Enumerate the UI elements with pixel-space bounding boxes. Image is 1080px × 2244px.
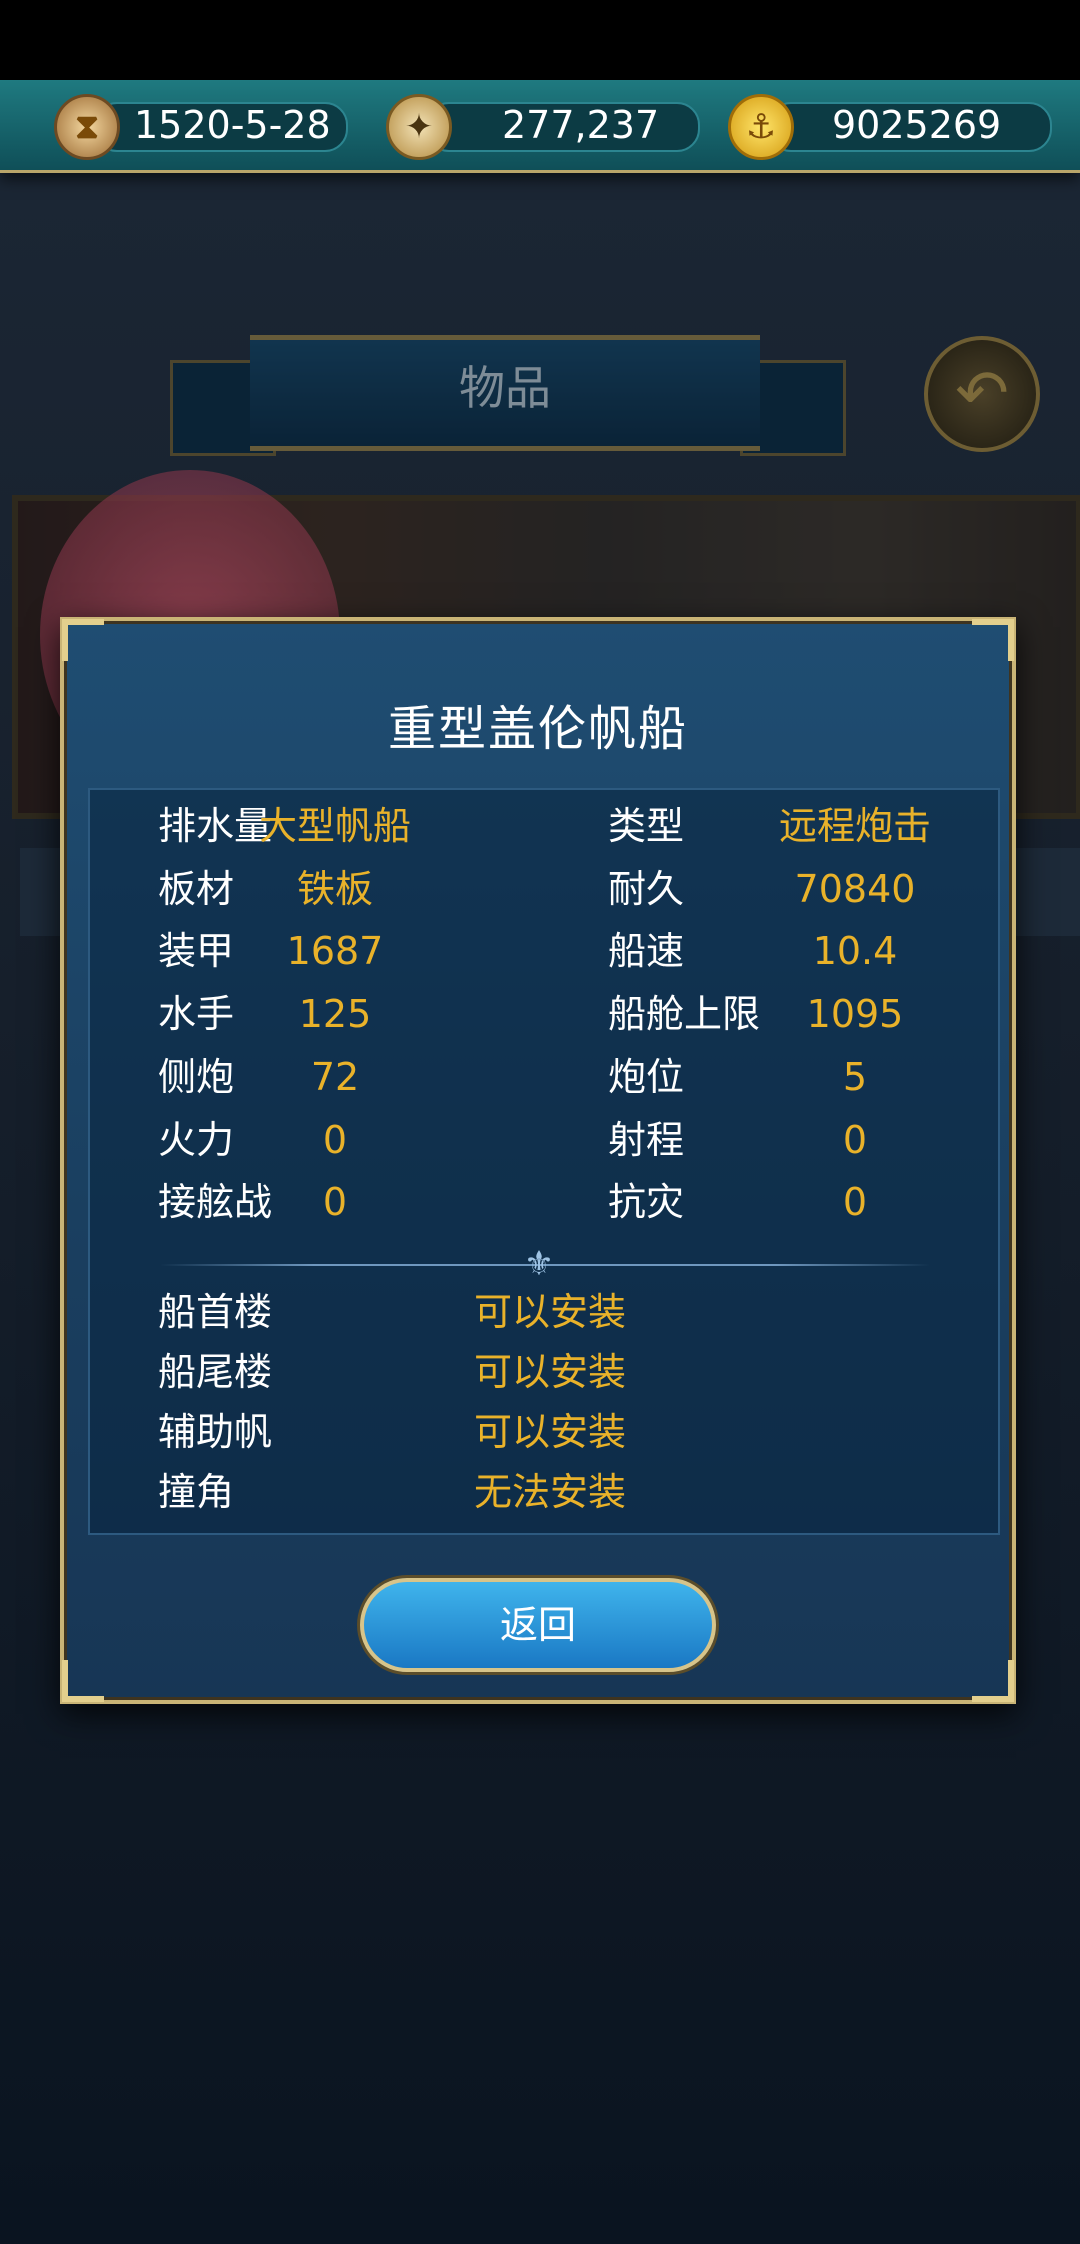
install-status: 无法安装 [473,1470,626,1514]
stat-label: 抗灾 [608,1180,685,1224]
corner-ornament [972,1660,1014,1702]
corner-ornament [972,619,1014,661]
compass-value: 277,237 [502,103,660,147]
stats-panel: 排水量 大型帆船 类型 远程炮击 板材 铁板 耐久 70840 装甲 1687 … [88,788,1000,1535]
anchor-coin-icon: ⚓ [728,94,794,160]
stat-value: 0 [322,1118,348,1162]
stat-label: 耐久 [608,867,685,911]
divider-ornament-icon: ⚜ [523,1244,555,1284]
stat-value: 铁板 [296,867,373,911]
stat-value: 72 [310,1055,360,1099]
install-status: 可以安装 [473,1350,626,1394]
ship-info-dialog: 重型盖伦帆船 排水量 大型帆船 类型 远程炮击 板材 铁板 耐久 70840 装… [60,617,1016,1704]
stat-label: 板材 [158,867,235,911]
corner-ornament [62,1660,104,1702]
hourglass-icon: ⧗ [54,94,120,160]
stat-value: 0 [322,1180,348,1224]
status-bar [0,0,1080,80]
stat-label: 炮位 [608,1055,685,1099]
back-arrow-icon[interactable]: ↶ [924,336,1040,452]
stat-label: 水手 [158,992,235,1036]
install-label: 船尾楼 [158,1350,273,1394]
ship-name: 重型盖伦帆船 [387,701,688,757]
install-label: 辅助帆 [158,1410,273,1454]
stat-label: 装甲 [158,929,235,973]
stat-label: 射程 [608,1118,685,1162]
stat-label: 火力 [158,1118,235,1162]
stat-label: 类型 [608,804,685,848]
stat-value: 大型帆船 [258,804,411,848]
stat-label: 船速 [608,929,685,973]
return-button[interactable]: 返回 [360,1578,716,1672]
stat-label: 侧炮 [158,1055,235,1099]
stat-value: 10.4 [812,929,898,973]
install-status: 可以安装 [473,1410,626,1454]
stat-value: 5 [842,1055,868,1099]
compass-icon: ✦ [386,94,452,160]
compass-resource: ✦ 277,237 [386,94,700,160]
install-status: 可以安装 [473,1290,626,1334]
stat-value: 远程炮击 [778,804,931,848]
date-display: ⧗ 1520-5-28 [54,94,348,160]
stat-value: 125 [298,992,372,1036]
corner-ornament [62,619,104,661]
page-title: 物品 [459,361,551,415]
stat-value: 0 [842,1118,868,1162]
stat-value: 0 [842,1180,868,1224]
resource-bar: ⧗ 1520-5-28 ✦ 277,237 ⚓ 9025269 [0,80,1080,173]
stat-value: 70840 [794,867,916,911]
coin-value: 9025269 [832,103,1002,147]
date-value: 1520-5-28 [134,103,331,147]
install-label: 撞角 [158,1470,235,1514]
stat-value: 1687 [286,929,384,973]
install-label: 船首楼 [158,1290,273,1334]
stat-value: 1095 [806,992,904,1036]
coin-resource: ⚓ 9025269 [728,94,1052,160]
